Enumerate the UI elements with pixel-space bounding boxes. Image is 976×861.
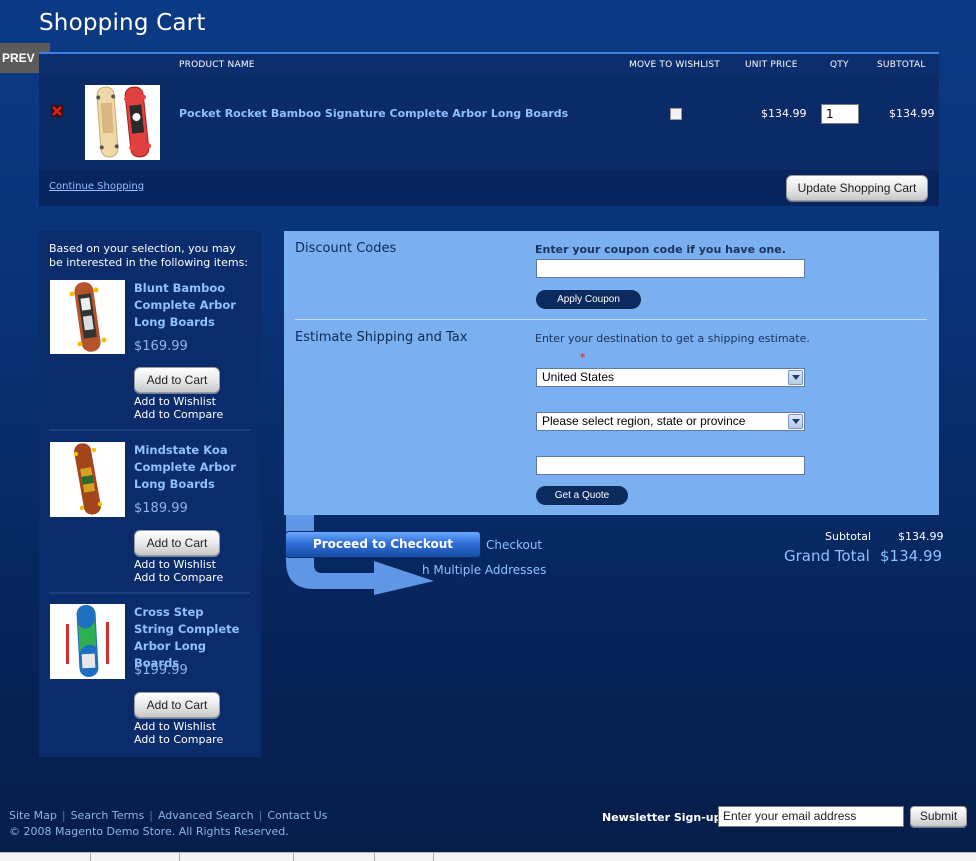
apply-coupon-button[interactable]: Apply Coupon	[536, 290, 641, 309]
grand-total-label: Grand Total	[784, 547, 870, 565]
crosssell-price: $169.99	[134, 339, 188, 354]
cart-actions: Continue Shopping Update Shopping Cart	[39, 170, 939, 206]
update-cart-button[interactable]: Update Shopping Cart	[786, 175, 928, 201]
region-select[interactable]: Please select region, state or province	[536, 412, 805, 431]
country-select[interactable]: United States	[536, 368, 805, 387]
crosssell-item: Blunt Bamboo Complete Arbor Long Boards …	[49, 280, 250, 440]
checkout-link[interactable]: Checkout	[486, 538, 542, 552]
header-subtotal: SUBTOTAL	[877, 60, 926, 70]
crosssell-item: Mindstate Koa Complete Arbor Long Boards…	[49, 442, 250, 602]
move-to-wishlist-checkbox[interactable]	[670, 108, 682, 120]
add-to-compare-link[interactable]: Add to Compare	[134, 571, 223, 584]
divider	[49, 429, 250, 431]
subtotal-value: $134.99	[898, 530, 944, 543]
remove-icon[interactable]	[51, 105, 63, 117]
newsletter-email-input[interactable]: Enter your email address	[718, 806, 904, 827]
header-unit-price: UNIT PRICE	[745, 60, 798, 70]
add-to-cart-button[interactable]: Add to Cart	[134, 530, 220, 556]
page-title: Shopping Cart	[39, 10, 206, 36]
grand-total-value: $134.99	[880, 547, 943, 565]
header-move-to-wishlist: MOVE TO WISHLIST	[629, 60, 720, 70]
site-map-link[interactable]: Site Map	[9, 809, 57, 822]
add-to-wishlist-link[interactable]: Add to Wishlist	[134, 558, 223, 571]
required-mark: *	[580, 351, 586, 364]
product-thumbnail[interactable]	[50, 280, 125, 354]
crosssell-name-link[interactable]: Mindstate Koa Complete Arbor Long Boards	[134, 442, 244, 493]
newsletter-label: Newsletter Sign-up:	[602, 811, 726, 824]
discount-title: Discount Codes	[295, 241, 397, 256]
shipping-title: Estimate Shipping and Tax	[295, 330, 468, 345]
shipping-label: Enter your destination to get a shipping…	[535, 332, 810, 345]
advanced-search-link[interactable]: Advanced Search	[158, 809, 254, 822]
crosssell-links: Add to Wishlist Add to Compare	[134, 558, 223, 584]
qty-input[interactable]: 1	[821, 104, 859, 124]
crosssell-panel: Based on your selection, you may be inte…	[39, 231, 261, 757]
crosssell-name-link[interactable]: Blunt Bamboo Complete Arbor Long Boards	[134, 280, 244, 331]
coupon-label: Enter your coupon code if you have one.	[535, 243, 786, 256]
header-product-name: PRODUCT NAME	[179, 60, 255, 70]
search-terms-link[interactable]: Search Terms	[71, 809, 145, 822]
header-qty: QTY	[830, 60, 849, 70]
browser-status-strip	[0, 852, 976, 861]
crosssell-links: Add to Wishlist Add to Compare	[134, 395, 223, 421]
product-thumbnail[interactable]	[50, 604, 125, 679]
crosssell-name-link[interactable]: Cross Step String Complete Arbor Long Bo…	[134, 604, 244, 672]
row-subtotal: $134.99	[889, 107, 935, 120]
crosssell-item: Cross Step String Complete Arbor Long Bo…	[49, 604, 250, 764]
footer-links: Site Map | Search Terms | Advanced Search | Co…	[9, 809, 328, 822]
add-to-compare-link[interactable]: Add to Compare	[134, 408, 223, 421]
divider	[295, 319, 927, 320]
continue-shopping-link[interactable]: Continue Shopping	[49, 181, 144, 192]
get-quote-button[interactable]: Get a Quote	[536, 486, 628, 505]
region-select-value: Please select region, state or province	[542, 414, 746, 428]
contact-us-link[interactable]: Contact Us	[267, 809, 327, 822]
add-to-wishlist-link[interactable]: Add to Wishlist	[134, 720, 223, 733]
multiple-addresses-link[interactable]: h Multiple Addresses	[422, 563, 546, 577]
add-to-cart-button[interactable]: Add to Cart	[134, 692, 220, 718]
crosssell-intro: Based on your selection, you may be inte…	[49, 242, 249, 269]
product-name-link[interactable]: Pocket Rocket Bamboo Signature Complete …	[179, 107, 568, 120]
add-to-compare-link[interactable]: Add to Compare	[134, 733, 223, 746]
add-to-wishlist-link[interactable]: Add to Wishlist	[134, 395, 223, 408]
crosssell-price: $199.99	[134, 663, 188, 678]
subtotal-label: Subtotal	[825, 530, 872, 543]
crosssell-price: $189.99	[134, 501, 188, 516]
dropdown-arrow-icon	[788, 414, 803, 429]
product-thumbnail[interactable]	[85, 85, 160, 160]
table-row: Pocket Rocket Bamboo Signature Complete …	[39, 74, 939, 170]
crosssell-links: Add to Wishlist Add to Compare	[134, 720, 223, 746]
postcode-input[interactable]	[536, 456, 805, 475]
add-to-cart-button[interactable]: Add to Cart	[134, 367, 220, 393]
proceed-to-checkout-button[interactable]: Proceed to Checkout	[285, 531, 481, 558]
country-select-value: United States	[542, 370, 615, 384]
newsletter-submit-button[interactable]: Submit	[910, 806, 967, 827]
cart-table: PRODUCT NAME MOVE TO WISHLIST UNIT PRICE…	[39, 52, 939, 206]
discount-shipping-panel: Discount Codes Enter your coupon code if…	[284, 231, 939, 515]
coupon-input[interactable]	[536, 259, 805, 278]
product-thumbnail[interactable]	[50, 442, 125, 517]
unit-price: $134.99	[761, 107, 807, 120]
dropdown-arrow-icon	[788, 370, 803, 385]
copyright: © 2008 Magento Demo Store. All Rights Re…	[9, 825, 289, 838]
divider	[49, 592, 250, 594]
